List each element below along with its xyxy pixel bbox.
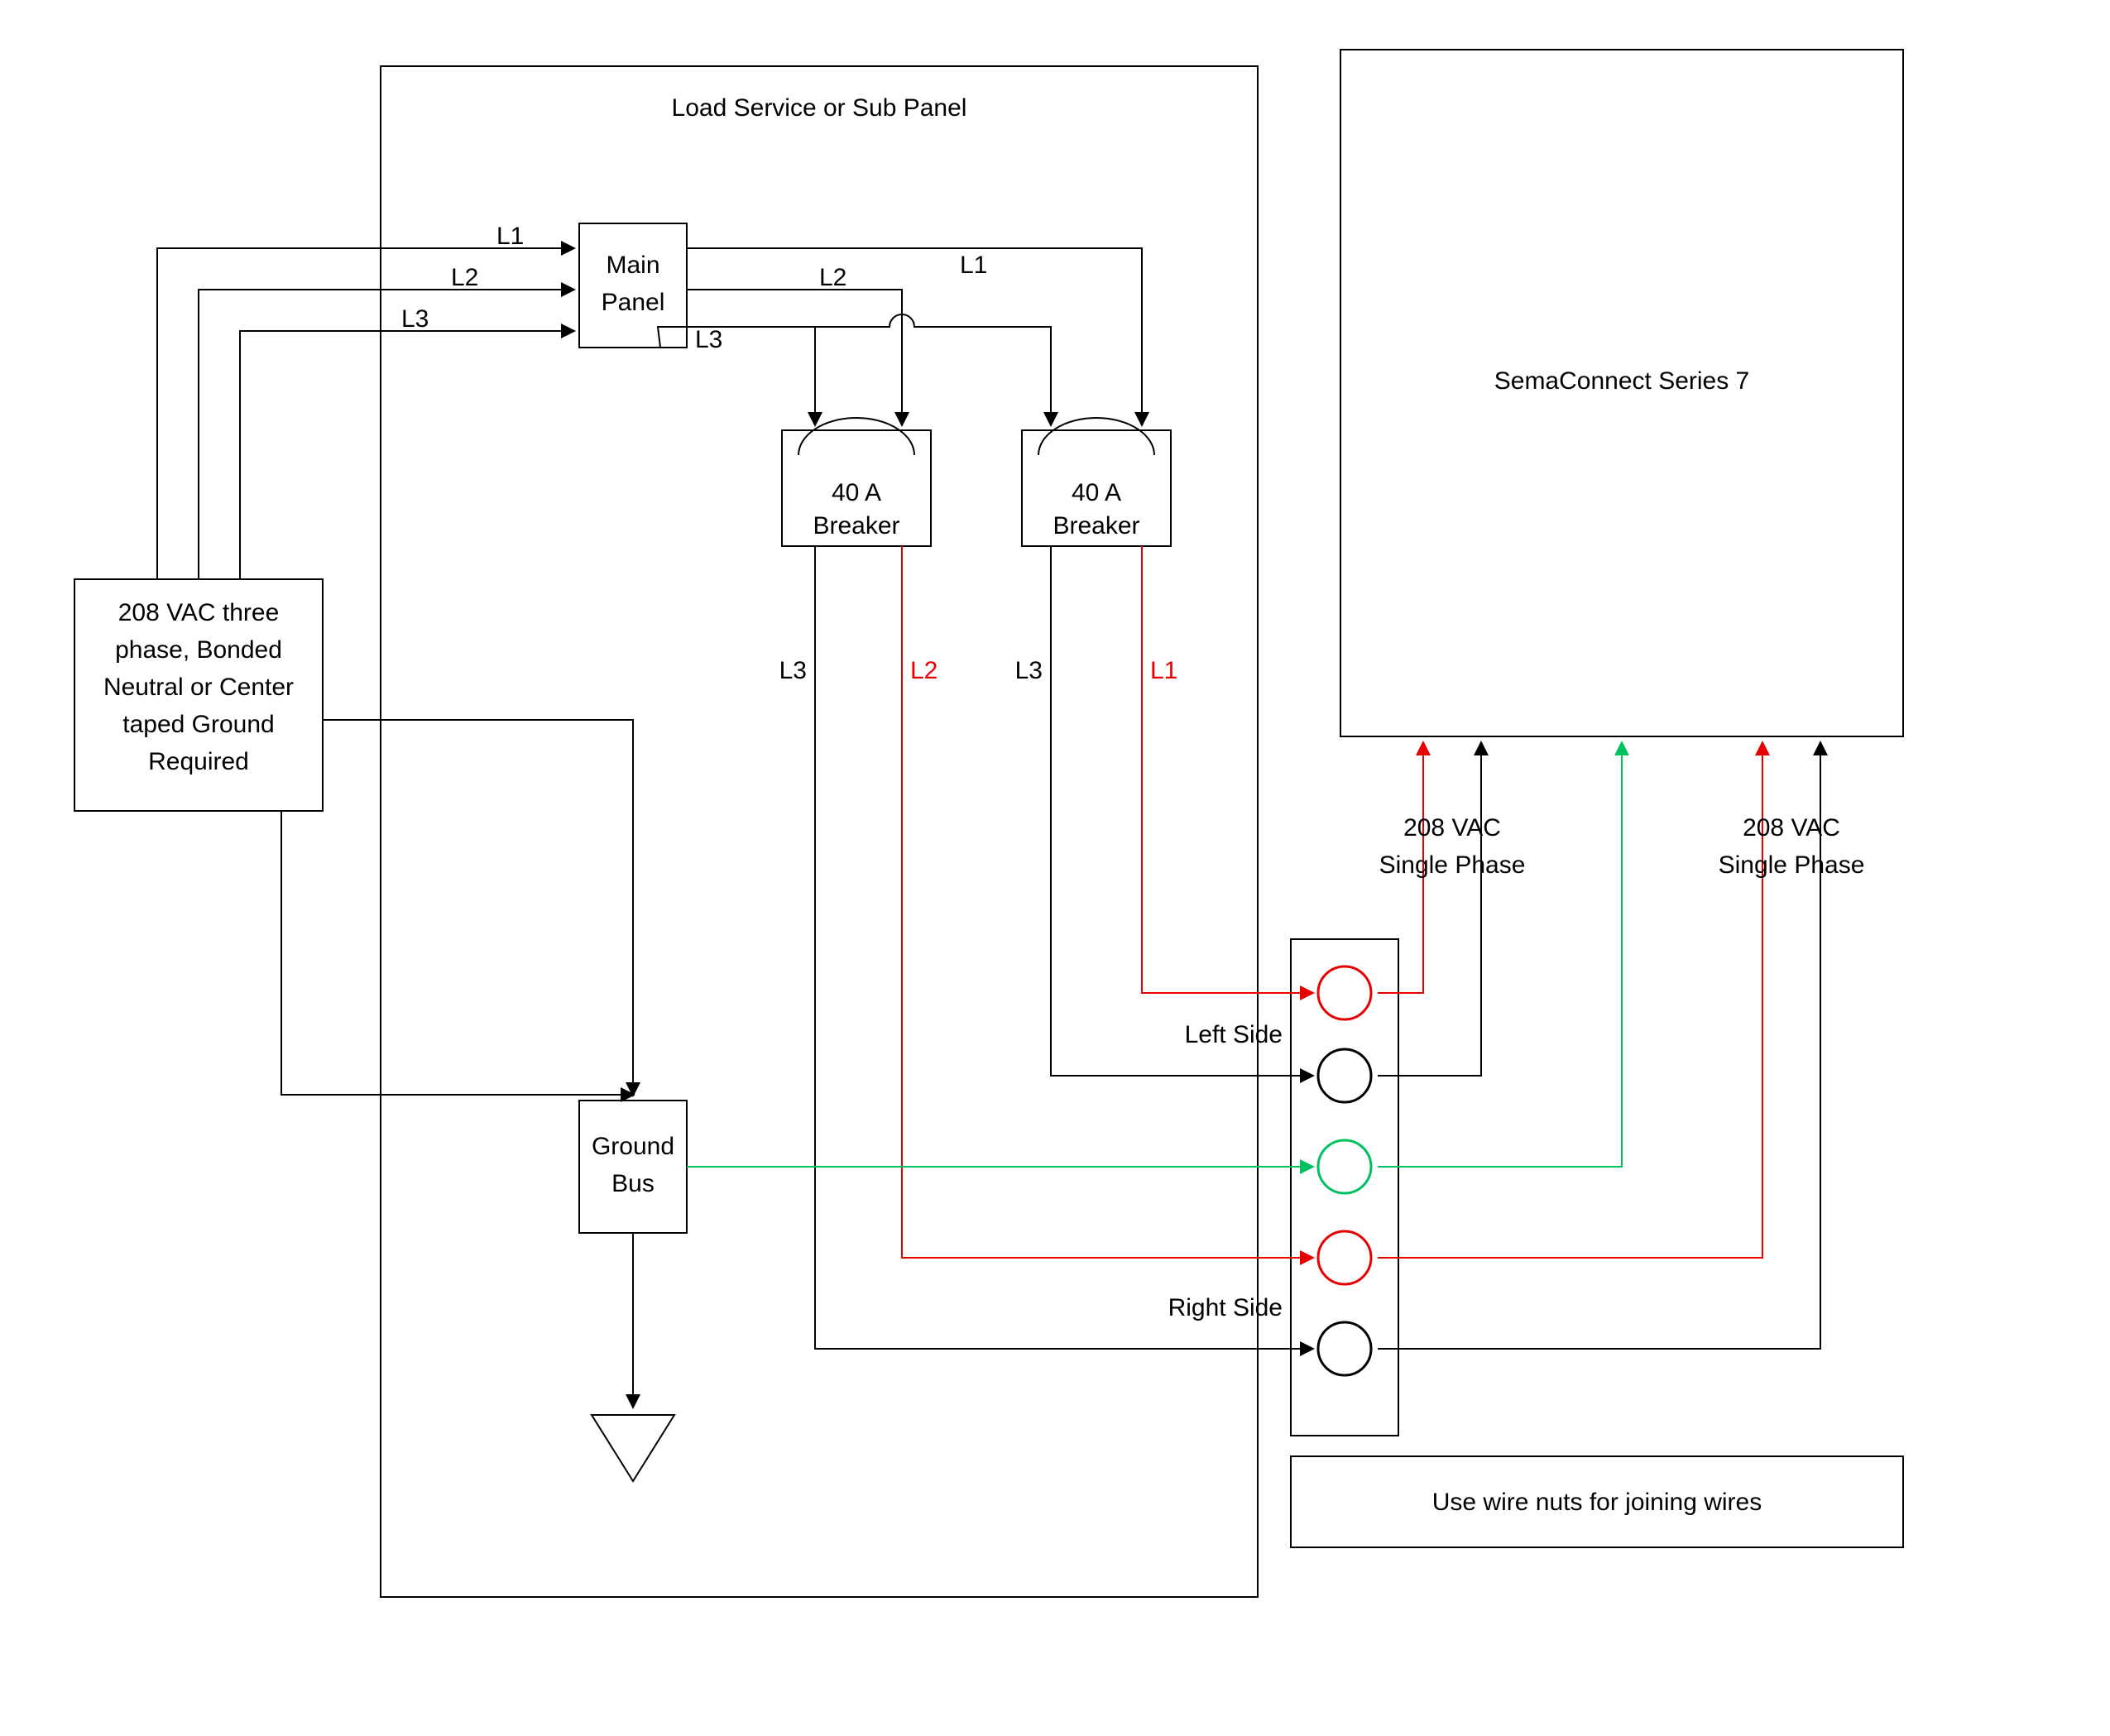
feed1-b: Single Phase (1379, 851, 1526, 879)
supply-line3: Neutral or Center (103, 674, 294, 701)
station-title: SemaConnect Series 7 (1494, 367, 1750, 395)
bA-l3-label: L3 (779, 657, 807, 684)
main-panel-box (579, 223, 687, 348)
svg-text:40 A: 40 A (832, 479, 881, 506)
bB-l1-label: L1 (1150, 657, 1177, 684)
bB-l3-label: L3 (1015, 657, 1043, 684)
breaker-b: 40 A Breaker (1022, 418, 1171, 546)
left-side-label: Left Side (1185, 1021, 1283, 1048)
label-l3-in: L3 (401, 305, 429, 333)
breaker-a: 40 A Breaker (782, 418, 931, 546)
label-l2-in: L2 (451, 264, 478, 291)
note-text: Use wire nuts for joining wires (1432, 1489, 1762, 1516)
label-l3-out: L3 (695, 326, 722, 353)
svg-text:Breaker: Breaker (813, 512, 899, 540)
ground-bus-box (579, 1101, 687, 1233)
supply-line5: Required (148, 748, 249, 775)
sub-panel-box (381, 66, 1258, 1597)
label-l2-brkA: L2 (819, 264, 846, 291)
panel-title: Load Service or Sub Panel (672, 94, 967, 122)
svg-text:Breaker: Breaker (1053, 512, 1139, 540)
feed1-a: 208 VAC (1403, 814, 1501, 842)
wire-nut3-to-station (1378, 743, 1622, 1167)
supply-line1: 208 VAC three (118, 599, 280, 626)
label-l1-in: L1 (496, 223, 524, 250)
main-panel-l2: Panel (602, 289, 665, 316)
feed2-a: 208 VAC (1743, 814, 1840, 842)
svg-text:40 A: 40 A (1072, 479, 1121, 506)
ground-bus-l2: Bus (611, 1170, 655, 1197)
terminal-block (1291, 939, 1398, 1436)
ground-bus-l1: Ground (592, 1133, 674, 1160)
supply-line4: taped Ground (122, 711, 274, 738)
label-l1-brkB: L1 (960, 252, 987, 279)
right-side-label: Right Side (1168, 1294, 1283, 1321)
bA-l2-label: L2 (910, 657, 938, 684)
feed2-b: Single Phase (1719, 851, 1865, 879)
wiring-diagram: Load Service or Sub Panel SemaConnect Se… (0, 0, 2110, 1736)
main-panel-l1: Main (606, 252, 659, 279)
supply-line2: phase, Bonded (115, 636, 282, 664)
